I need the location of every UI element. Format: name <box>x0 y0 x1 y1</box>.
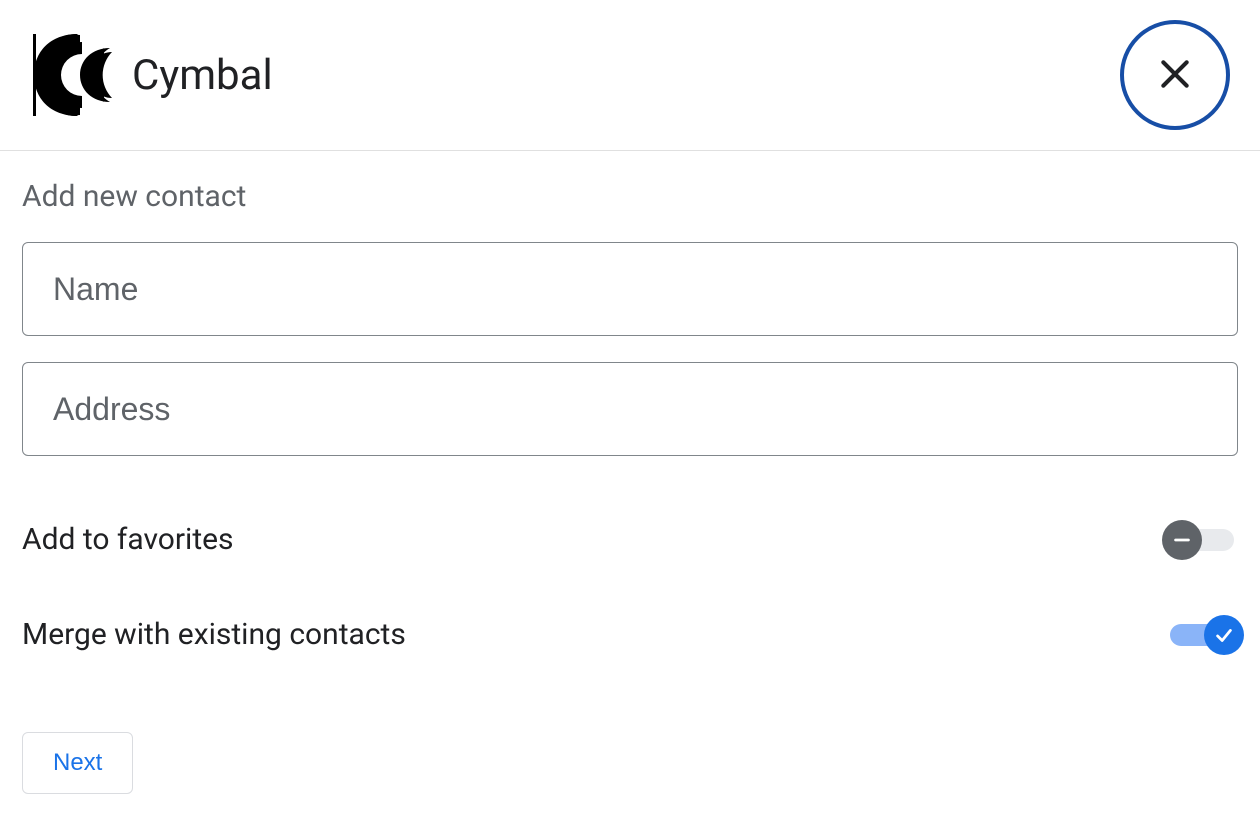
merge-row: Merge with existing contacts <box>22 617 1238 652</box>
favorites-toggle[interactable] <box>1166 527 1238 553</box>
favorites-row: Add to favorites <box>22 522 1238 557</box>
next-button[interactable]: Next <box>22 732 133 794</box>
check-icon <box>1204 615 1244 655</box>
close-button[interactable] <box>1120 20 1230 130</box>
header: Cymbal <box>0 0 1260 151</box>
form-content: Add new contact Add to favorites Merge w… <box>0 151 1260 822</box>
minus-icon <box>1162 520 1202 560</box>
app-title: Cymbal <box>132 51 273 100</box>
cymbal-logo-icon <box>30 34 116 116</box>
name-input[interactable] <box>22 242 1238 336</box>
merge-toggle[interactable] <box>1166 622 1238 648</box>
close-icon <box>1155 54 1195 97</box>
merge-label: Merge with existing contacts <box>22 617 406 652</box>
section-title: Add new contact <box>22 179 1238 214</box>
favorites-label: Add to favorites <box>22 522 234 557</box>
next-button-label: Next <box>53 749 102 777</box>
brand: Cymbal <box>30 34 273 116</box>
address-input[interactable] <box>22 362 1238 456</box>
